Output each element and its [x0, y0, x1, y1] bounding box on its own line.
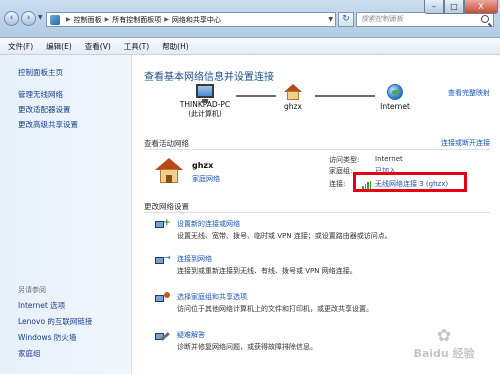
new-connection-icon: + [155, 219, 171, 232]
breadcrumb-all-items[interactable]: 所有控制面板项 [112, 15, 161, 25]
paw-icon: ✿ [436, 326, 452, 346]
map-node-computer: THINKPAD-PC (此计算机) [173, 84, 237, 119]
minimize-button[interactable]: – [424, 0, 444, 14]
menu-tools[interactable]: 工具(T) [124, 41, 149, 52]
divider [144, 149, 490, 150]
sidebar-item-manage-wireless[interactable]: 管理无线网络 [18, 89, 63, 100]
troubleshoot-desc: 诊断并修复网络问题，或获得故障排除信息。 [177, 343, 317, 351]
chevron-right-icon[interactable]: ▶ [164, 16, 169, 23]
connect-network-icon: → [155, 254, 171, 267]
close-button[interactable]: X [464, 0, 498, 14]
chevron-right-icon[interactable]: ▶ [66, 16, 71, 23]
access-type-label: 访问类型: [329, 156, 360, 164]
access-type-value: Internet [375, 155, 403, 163]
homegroup-label: 家庭组: [329, 167, 353, 175]
network-type-link[interactable]: 家庭网络 [192, 174, 220, 184]
globe-icon [387, 84, 403, 100]
page-title: 查看基本网络信息并设置连接 [144, 72, 274, 83]
homegroup-sharing-link[interactable]: 选择家庭组和共享选项 [177, 292, 247, 302]
connect-to-network-desc: 连接到或重新连接到无线、有线、拨号或 VPN 网络连接。 [177, 267, 357, 275]
recent-pages-dropdown-icon[interactable]: ▼ [38, 14, 43, 21]
homegroup-sharing-desc: 访问位于其他网络计算机上的文件和打印机，或更改共享设置。 [177, 305, 373, 313]
computer-subtitle: (此计算机) [188, 110, 222, 118]
baidu-watermark: ✿ Baidu 经验 [392, 327, 496, 371]
address-bar[interactable]: ▶ 控制面板 ▶ 所有控制面板项 ▶ 网络和共享中心 ▼ [46, 12, 336, 27]
sidebar-item-lenovo-link[interactable]: Lenovo 的互联网链接 [18, 316, 92, 327]
connection-label: 连接: [329, 180, 346, 188]
menu-edit[interactable]: 编辑(E) [46, 41, 72, 52]
breadcrumb-network-center[interactable]: 网络和共享中心 [172, 15, 221, 25]
control-panel-icon [50, 14, 60, 25]
home-network-icon [155, 158, 183, 184]
active-network-name: ghzx [192, 161, 214, 170]
connect-to-network-link[interactable]: 连接到网络 [177, 254, 212, 264]
troubleshoot-link[interactable]: 疑难解答 [177, 330, 205, 340]
highlight-box [353, 172, 467, 192]
connection-line [315, 95, 375, 97]
title-bar: ‹ › ▼ ▶ 控制面板 ▶ 所有控制面板项 ▶ 网络和共享中心 ▼ ↻ 搜索控… [0, 0, 500, 38]
menu-file[interactable]: 文件(F) [8, 41, 33, 52]
connection-line [236, 95, 276, 97]
house-icon [284, 84, 302, 100]
sidebar: 控制面板主页 管理无线网络 更改适配器设置 更改高级共享设置 另请参阅 Inte… [0, 55, 132, 374]
troubleshoot-icon [155, 330, 170, 343]
sidebar-item-firewall[interactable]: Windows 防火墙 [18, 332, 76, 343]
setup-connection-desc: 设置无线、宽带、拨号、临时或 VPN 连接；或设置路由器或访问点。 [177, 232, 392, 240]
map-node-internet: Internet [375, 84, 415, 111]
setup-connection-link[interactable]: 设置新的连接或网络 [177, 219, 240, 229]
maximize-button[interactable]: □ [444, 0, 464, 14]
internet-label: Internet [380, 102, 410, 111]
map-node-network: ghzx [276, 84, 310, 111]
homegroup-sharing-icon [155, 292, 170, 305]
refresh-button[interactable]: ↻ [338, 12, 354, 27]
breadcrumb-control-panel[interactable]: 控制面板 [74, 15, 102, 25]
menu-bar: 文件(F) 编辑(E) 查看(V) 工具(T) 帮助(H) [0, 38, 500, 55]
sidebar-item-home[interactable]: 控制面板主页 [18, 67, 63, 78]
computer-icon [196, 84, 214, 103]
sidebar-item-internet-options[interactable]: Internet 选项 [18, 300, 65, 311]
see-also-heading: 另请参阅 [18, 286, 46, 294]
search-icon[interactable] [481, 15, 489, 23]
active-networks-heading: 查看活动网络 [144, 139, 189, 148]
chevron-down-icon[interactable]: ▼ [328, 16, 333, 23]
search-input[interactable]: 搜索控制面板 [356, 12, 494, 27]
view-full-map-link[interactable]: 查看完整映射 [448, 88, 490, 98]
search-placeholder: 搜索控制面板 [361, 15, 403, 23]
watermark-text: Baidu 经验 [413, 347, 475, 360]
menu-help[interactable]: 帮助(H) [162, 41, 189, 52]
chevron-right-icon[interactable]: ▶ [105, 16, 110, 23]
connect-disconnect-link[interactable]: 连接或断开连接 [441, 138, 490, 148]
back-button[interactable]: ‹ [4, 11, 19, 26]
sidebar-item-adapter-settings[interactable]: 更改适配器设置 [18, 104, 71, 115]
forward-button[interactable]: › [21, 11, 36, 26]
sidebar-item-homegroup[interactable]: 家庭组 [18, 348, 41, 359]
divider [144, 212, 490, 213]
network-name: ghzx [284, 102, 302, 111]
change-settings-heading: 更改网络设置 [144, 202, 189, 211]
sidebar-item-advanced-sharing[interactable]: 更改高级共享设置 [18, 119, 78, 130]
menu-view[interactable]: 查看(V) [85, 41, 111, 52]
